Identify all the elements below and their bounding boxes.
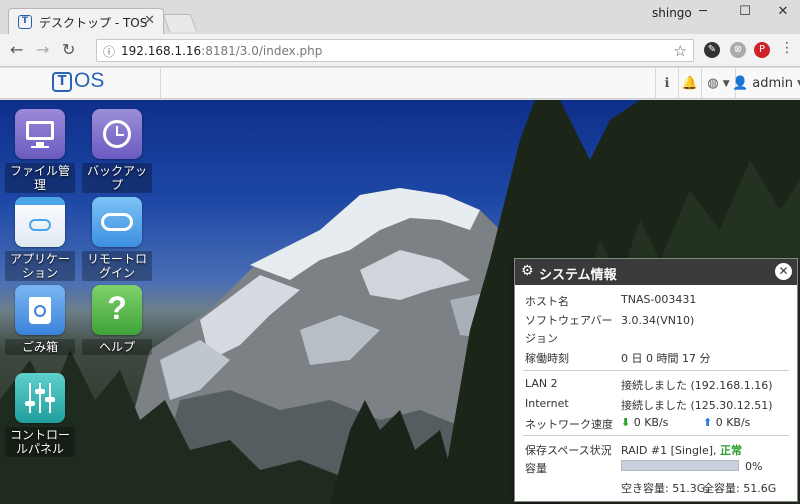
divider: [523, 435, 789, 436]
notification-button[interactable]: 🔔: [678, 68, 701, 99]
desktop-icon-label: ファイル管理: [5, 163, 75, 193]
desktop-icon-applications[interactable]: アプリケーション: [5, 197, 75, 281]
clock-icon: [92, 109, 142, 159]
user-icon: 👤: [732, 76, 749, 91]
network-speed-label: ネットワーク速度: [525, 418, 613, 431]
page-info-icon[interactable]: ⓘ: [103, 43, 115, 60]
panel-header[interactable]: ⚙ システム情報 ✕: [515, 259, 797, 285]
tos-favicon-icon: T: [18, 15, 32, 29]
browser-titlebar: T デスクトップ - TOS ✕ shingo ─ ☐ ✕: [0, 0, 800, 34]
back-icon[interactable]: ←: [10, 40, 23, 59]
desktop-icon-label: ごみ箱: [5, 339, 75, 355]
lan-label: LAN 2: [525, 377, 558, 390]
url-text: 192.168.1.16:8181/3.0/index.php: [121, 44, 323, 58]
desktop-icon-label: バックアップ: [82, 163, 152, 193]
close-icon[interactable]: ✕: [775, 263, 792, 280]
desktop-icon-help[interactable]: ? ヘルプ: [82, 285, 152, 355]
extension-evernote-icon[interactable]: ✎: [704, 42, 720, 58]
raid-status: RAID #1 [Single], 正常: [621, 444, 743, 457]
capacity-percent: 0%: [745, 460, 763, 473]
sliders-icon: [15, 373, 65, 423]
bell-icon: 🔔: [681, 76, 699, 91]
browser-menu-icon[interactable]: ⋮: [780, 40, 794, 56]
info-button[interactable]: ℹ: [655, 68, 678, 99]
new-tab-button[interactable]: [162, 14, 198, 32]
reload-icon[interactable]: ↻: [62, 40, 75, 59]
browser-tab[interactable]: T デスクトップ - TOS ✕: [8, 8, 164, 34]
desktop-icon-file-manager[interactable]: ファイル管理: [5, 109, 75, 193]
divider: [523, 370, 789, 371]
hostname-value: TNAS-003431: [621, 293, 697, 306]
tab-close-icon[interactable]: ✕: [144, 13, 155, 28]
uptime-label: 稼働時刻: [525, 352, 569, 365]
tos-logo-mark: T: [52, 72, 72, 92]
globe-icon: ◍: [707, 76, 719, 91]
hostname-label: ホスト名: [525, 295, 569, 308]
tab-title: デスクトップ - TOS: [39, 16, 148, 30]
desktop-icon-label: アプリケーション: [5, 251, 75, 281]
minimize-icon[interactable]: ─: [688, 4, 718, 19]
uptime-value: 0 日 0 時間 17 分: [621, 352, 711, 365]
cloud-icon: [92, 197, 142, 247]
desktop-icon-trash[interactable]: ごみ箱: [5, 285, 75, 355]
lan-value: 接続しました (192.168.1.16): [621, 379, 773, 392]
window-close-icon[interactable]: ✕: [768, 4, 798, 19]
cloud-bag-icon: [15, 197, 65, 247]
maximize-icon[interactable]: ☐: [730, 4, 760, 19]
extension-pinterest-icon[interactable]: P: [754, 42, 770, 58]
panel-title: システム情報: [539, 268, 617, 283]
user-name: admin: [752, 76, 793, 91]
software-version-value: 3.0.34(VN10): [621, 314, 695, 327]
tos-header: T OS ℹ 🔔 ◍ ▼ 👤 admin ▼: [0, 68, 800, 99]
desktop-icon-label: ヘルプ: [82, 339, 152, 355]
download-speed: ⬇ 0 KB/s: [621, 416, 669, 429]
url-bar[interactable]: ⓘ 192.168.1.16:8181/3.0/index.php ☆: [96, 39, 694, 62]
monitor-icon: [15, 109, 65, 159]
window-user-name: shingo: [652, 6, 692, 20]
system-info-panel: ⚙ システム情報 ✕ ホスト名 TNAS-003431 ソフトウェアバージョン …: [514, 258, 798, 502]
extension-block-icon[interactable]: ⊗: [730, 42, 746, 58]
desktop-icon-label: リモートログイン: [82, 251, 152, 281]
address-toolbar: ← → ↻ ⓘ 192.168.1.16:8181/3.0/index.php …: [0, 34, 800, 67]
internet-value: 接続しました (125.30.12.51): [621, 399, 773, 412]
desktop-icon-backup[interactable]: バックアップ: [82, 109, 152, 193]
desktop-icon-label: コントロールパネル: [5, 427, 75, 457]
software-version-label: ソフトウェアバージョン: [525, 314, 613, 345]
internet-label: Internet: [525, 397, 569, 410]
desktop-icon-control-panel[interactable]: コントロールパネル: [5, 373, 75, 457]
recycle-bin-icon: [15, 285, 65, 335]
total-capacity: 全容量: 51.6G: [703, 482, 777, 495]
capacity-label: 容量: [525, 462, 547, 475]
download-arrow-icon: ⬇: [621, 416, 631, 429]
gear-icon: ⚙: [521, 263, 534, 279]
bookmark-star-icon[interactable]: ☆: [674, 42, 687, 60]
info-icon: ℹ: [664, 76, 670, 91]
desktop-icon-remote-login[interactable]: リモートログイン: [82, 197, 152, 281]
chevron-down-icon: ▼: [722, 78, 730, 89]
header-divider: [160, 68, 161, 99]
user-menu-button[interactable]: 👤 admin ▼: [732, 68, 800, 99]
raid-status-ok: 正常: [720, 444, 743, 457]
question-icon: ?: [92, 285, 142, 335]
capacity-bar: [621, 460, 739, 471]
forward-icon[interactable]: →: [36, 40, 49, 59]
language-button[interactable]: ◍ ▼: [701, 68, 735, 99]
upload-speed: ⬆ 0 KB/s: [703, 416, 751, 429]
tos-logo-text: OS: [74, 69, 105, 92]
storage-status-label: 保存スペース状況: [525, 444, 612, 457]
free-capacity: 空き容量: 51.3G,: [621, 482, 709, 495]
upload-arrow-icon: ⬆: [703, 416, 713, 429]
